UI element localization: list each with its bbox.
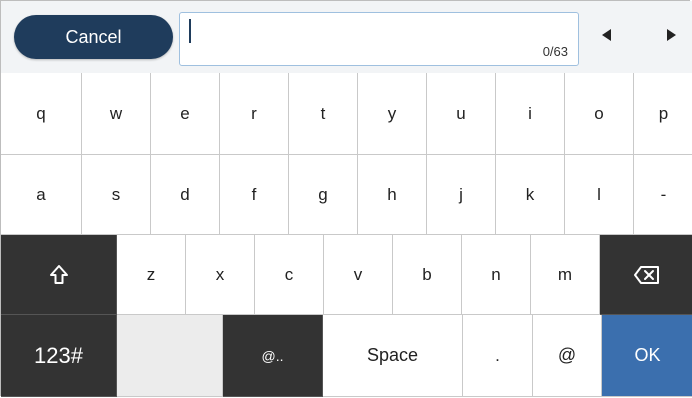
char-counter: 0/63	[542, 44, 568, 59]
key-n[interactable]: n	[462, 235, 531, 315]
input-bar: Cancel 0/63	[1, 1, 692, 74]
key-q[interactable]: q	[1, 73, 82, 155]
key-a[interactable]: a	[1, 155, 82, 235]
mode-switch-key[interactable]: 123#	[1, 315, 117, 397]
key-m[interactable]: m	[531, 235, 600, 315]
key-s[interactable]: s	[82, 155, 151, 235]
blank-key[interactable]	[117, 315, 223, 397]
key-b[interactable]: b	[393, 235, 462, 315]
key-o[interactable]: o	[565, 73, 634, 155]
key-p[interactable]: p	[634, 73, 692, 155]
key-period[interactable]: .	[463, 315, 533, 397]
key-w[interactable]: w	[82, 73, 151, 155]
key-l[interactable]: l	[565, 155, 634, 235]
cursor-left-icon[interactable]	[602, 29, 611, 41]
key-u[interactable]: u	[427, 73, 496, 155]
shift-key[interactable]	[1, 235, 117, 315]
key-j[interactable]: j	[427, 155, 496, 235]
text-cursor	[189, 19, 191, 43]
shift-icon	[49, 264, 68, 284]
key-c[interactable]: c	[255, 235, 324, 315]
key-r[interactable]: r	[220, 73, 289, 155]
text-input-field[interactable]: 0/63	[179, 12, 579, 66]
key-at[interactable]: @	[533, 315, 602, 397]
backspace-icon	[633, 265, 659, 284]
keyboard-screen: Cancel 0/63 q w e r t y u i o p a s d f …	[0, 0, 692, 397]
domain-key[interactable]: @..	[223, 315, 323, 397]
key-hyphen[interactable]: -	[634, 155, 692, 235]
key-f[interactable]: f	[220, 155, 289, 235]
key-d[interactable]: d	[151, 155, 220, 235]
key-g[interactable]: g	[289, 155, 358, 235]
ok-button[interactable]: OK	[602, 315, 692, 397]
key-z[interactable]: z	[117, 235, 186, 315]
key-i[interactable]: i	[496, 73, 565, 155]
cancel-button[interactable]: Cancel	[14, 15, 173, 59]
key-t[interactable]: t	[289, 73, 358, 155]
key-y[interactable]: y	[358, 73, 427, 155]
key-x[interactable]: x	[186, 235, 255, 315]
key-e[interactable]: e	[151, 73, 220, 155]
cursor-right-icon[interactable]	[667, 29, 676, 41]
space-key[interactable]: Space	[323, 315, 463, 397]
backspace-key[interactable]	[600, 235, 692, 315]
key-v[interactable]: v	[324, 235, 393, 315]
key-h[interactable]: h	[358, 155, 427, 235]
key-k[interactable]: k	[496, 155, 565, 235]
